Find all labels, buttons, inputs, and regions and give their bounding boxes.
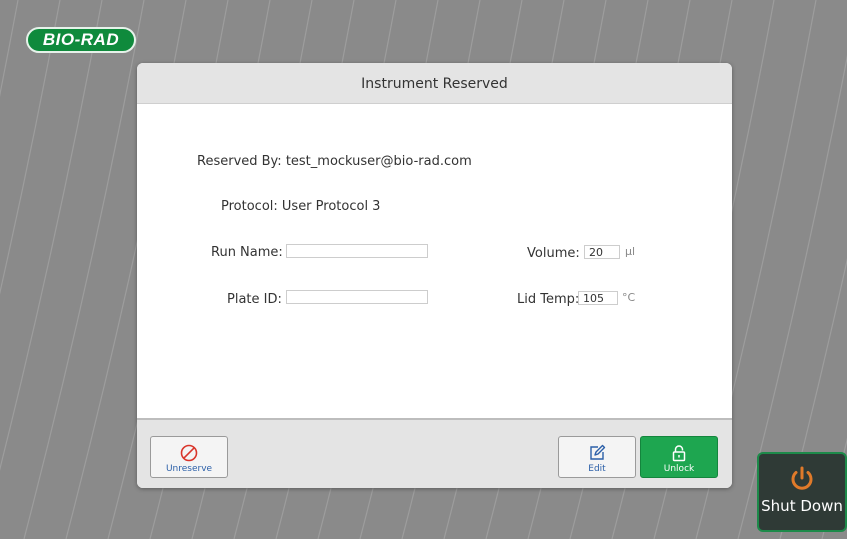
volume-label: Volume:	[527, 246, 580, 261]
instrument-reserved-dialog: Instrument Reserved Reserved By: test_mo…	[137, 63, 732, 488]
protocol-text: Protocol: User Protocol 3	[221, 199, 381, 214]
unreserve-label: Unreserve	[165, 464, 213, 474]
unlock-label: Unlock	[663, 464, 695, 474]
shut-down-label: Shut Down	[761, 497, 843, 515]
volume-input[interactable]	[584, 245, 620, 259]
unreserve-button[interactable]: Unreserve	[150, 436, 228, 478]
lid-temp-label: Lid Temp:	[517, 292, 580, 307]
plate-id-input[interactable]	[286, 290, 428, 304]
edit-label: Edit	[588, 464, 606, 474]
run-name-input[interactable]	[286, 244, 428, 258]
unlock-icon	[672, 445, 686, 462]
edit-icon	[590, 444, 606, 460]
bio-rad-logo: BIO-RAD	[26, 27, 136, 53]
run-name-label: Run Name:	[211, 245, 283, 260]
edit-button[interactable]: Edit	[558, 436, 636, 478]
shut-down-button[interactable]: Shut Down	[757, 452, 847, 532]
prohibited-icon	[180, 444, 198, 462]
reserved-by-text: Reserved By: test_mockuser@bio-rad.com	[197, 154, 472, 169]
unlock-button[interactable]: Unlock	[640, 436, 718, 478]
dialog-title: Instrument Reserved	[137, 63, 732, 104]
plate-id-label: Plate ID:	[227, 292, 282, 307]
power-icon	[791, 466, 813, 490]
volume-unit: μl	[625, 245, 636, 258]
lid-temp-input[interactable]	[578, 291, 618, 305]
dialog-footer: Unreserve Edit Unlock	[137, 418, 732, 488]
lid-temp-unit: °C	[622, 291, 636, 304]
